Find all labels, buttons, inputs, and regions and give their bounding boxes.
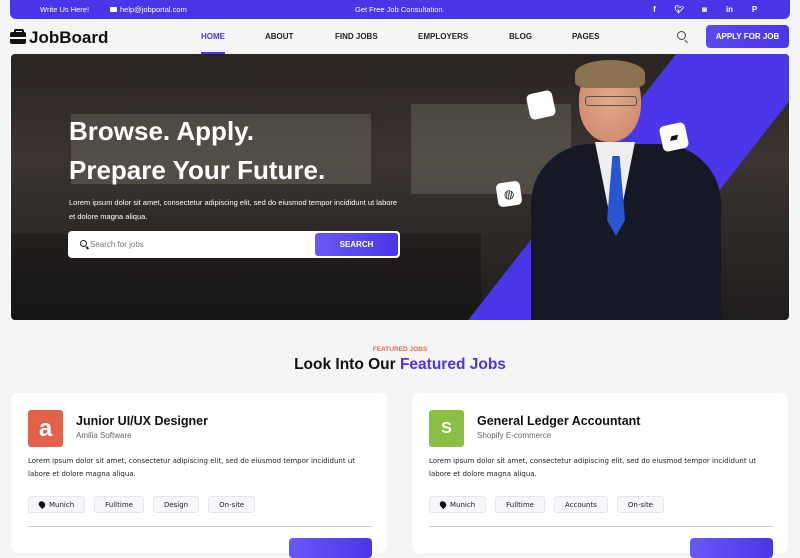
consultation-link[interactable]: Get Free Job Consultation.: [355, 5, 445, 14]
card-divider: [429, 526, 773, 527]
hero-title-line2: Prepare Your Future.: [69, 155, 326, 185]
logo[interactable]: JobBoard: [10, 28, 108, 48]
main-nav: JobBoard HOME ABOUT FIND JOBS EMPLOYERS …: [0, 19, 800, 54]
person-glasses: [585, 96, 637, 106]
job-tags: Munich Fulltime Design On-site: [28, 496, 256, 513]
nav-pages[interactable]: PAGES: [572, 32, 599, 41]
tag-type: Fulltime: [495, 496, 545, 513]
nav-employers[interactable]: EMPLOYERS: [418, 32, 468, 41]
apple-icon: [525, 89, 557, 121]
write-us-label: Write Us Here!: [40, 5, 90, 14]
briefcase-icon: ▰: [658, 121, 690, 153]
section-eyebrow: FEATURED JOBS: [372, 346, 428, 353]
section-title: Look Into Our Featured Jobs: [0, 356, 800, 374]
location-pin-icon: [438, 499, 448, 510]
tag-workplace: On-site: [208, 496, 256, 513]
instagram-icon[interactable]: ◙: [699, 4, 710, 15]
job-title[interactable]: Junior UI/UX Designer: [76, 414, 208, 428]
card-divider: [28, 526, 372, 527]
search-icon: [80, 240, 87, 247]
apply-for-job-button[interactable]: APPLY FOR JOB: [706, 25, 789, 48]
apply-button[interactable]: [690, 538, 773, 558]
search-button[interactable]: SEARCH: [315, 233, 398, 256]
company-name: Shopify E-commerce: [477, 431, 552, 440]
hero-banner: ▰ ◍ Browse. Apply. Prepare Your Future. …: [11, 54, 789, 320]
nav-blog[interactable]: BLOG: [509, 32, 532, 41]
location-pin-icon: [37, 499, 47, 510]
facebook-icon[interactable]: f: [649, 4, 660, 15]
job-description: Lorem ipsum dolor sit amet, consectetur …: [429, 457, 756, 478]
mail-icon: [110, 7, 117, 12]
nav-find-jobs[interactable]: FIND JOBS: [335, 32, 378, 41]
company-name: Amilia Software: [76, 431, 132, 440]
title-highlight: Featured Jobs: [399, 356, 506, 373]
tag-type: Fulltime: [94, 496, 144, 513]
email-link[interactable]: help@jobportal.com: [110, 5, 187, 14]
nav-home[interactable]: HOME: [201, 32, 225, 54]
hero-title-line1: Browse. Apply.: [69, 116, 254, 146]
apply-button[interactable]: [289, 538, 372, 558]
person-hair: [575, 60, 645, 88]
logo-text: JobBoard: [29, 28, 109, 47]
search-icon[interactable]: [677, 31, 686, 40]
job-card[interactable]: S General Ledger Accountant Shopify E-co…: [412, 393, 788, 558]
hero-person-image: [531, 60, 721, 320]
tag-location: Munich: [28, 496, 86, 513]
social-links: f 🐦︎ ◙ in P: [649, 4, 760, 15]
job-card[interactable]: a Junior UI/UX Designer Amilia Software …: [11, 393, 387, 558]
job-title[interactable]: General Ledger Accountant: [477, 414, 640, 428]
job-tags: Munich Fulltime Accounts On-site: [429, 496, 664, 513]
job-search-input[interactable]: [90, 237, 290, 252]
hero-description: Lorem ipsum dolor sit amet, consectetur …: [69, 198, 398, 221]
tag-category: Design: [152, 496, 200, 513]
tag-location: Munich: [429, 496, 487, 513]
briefcase-icon: [10, 29, 26, 44]
job-search-bar: SEARCH: [68, 231, 400, 258]
twitter-icon[interactable]: 🐦︎: [674, 4, 685, 15]
company-logo: a: [28, 410, 63, 447]
tag-category: Accounts: [553, 496, 608, 513]
top-bar: Write Us Here! help@jobportal.com Get Fr…: [10, 0, 790, 19]
email-text: help@jobportal.com: [120, 5, 187, 14]
dribbble-icon: ◍: [495, 180, 523, 208]
tag-text: Munich: [49, 500, 75, 509]
pinterest-icon[interactable]: P: [749, 4, 760, 15]
job-description: Lorem ipsum dolor sit amet, consectetur …: [28, 457, 355, 478]
company-logo: S: [429, 410, 464, 447]
linkedin-icon[interactable]: in: [724, 4, 735, 15]
title-plain: Look Into Our: [294, 356, 400, 373]
tag-text: Munich: [450, 500, 476, 509]
tag-workplace: On-site: [616, 496, 664, 513]
nav-about[interactable]: ABOUT: [265, 32, 293, 41]
